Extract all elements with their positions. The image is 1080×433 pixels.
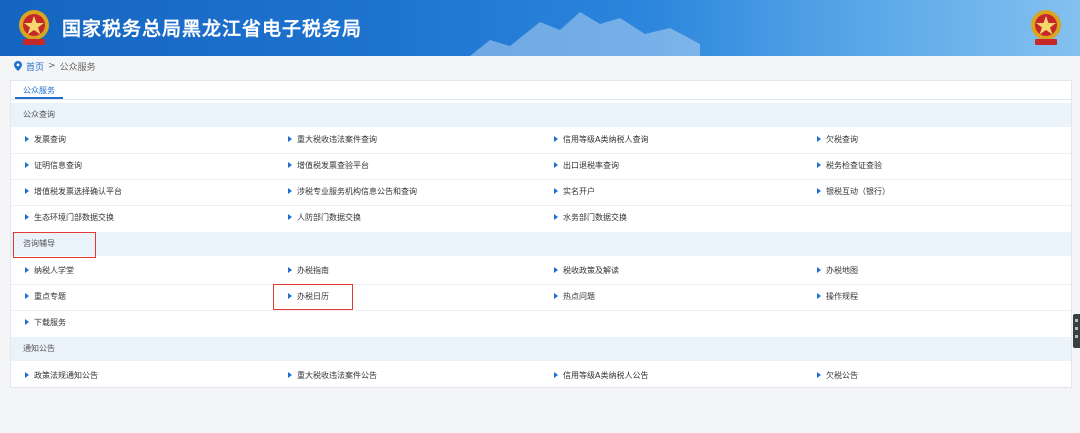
link-hot-issues[interactable]: 热点问题 bbox=[554, 291, 595, 303]
triangle-bullet-icon bbox=[554, 292, 558, 299]
link-eco-env-data-exchange[interactable]: 生态环境门部数据交换 bbox=[25, 212, 114, 224]
section-header-public-query: 公众查询 bbox=[11, 103, 1071, 127]
triangle-bullet-icon bbox=[288, 213, 292, 220]
triangle-bullet-icon bbox=[288, 135, 292, 142]
site-title: 国家税务总局黑龙江省电子税务局 bbox=[62, 18, 363, 40]
triangle-bullet-icon bbox=[25, 187, 29, 194]
link-tax-guide[interactable]: 办税指南 bbox=[288, 265, 329, 277]
breadcrumb-current: 公众服务 bbox=[59, 62, 96, 73]
triangle-bullet-icon bbox=[554, 371, 558, 378]
great-wall-illustration bbox=[470, 12, 700, 56]
triangle-bullet-icon bbox=[25, 135, 29, 142]
link-inspection-cert-check[interactable]: 税务检查证查验 bbox=[817, 160, 882, 172]
link-tax-agency-query[interactable]: 涉税专业服务机构信息公告和查询 bbox=[288, 186, 417, 198]
row-divider bbox=[11, 205, 1071, 206]
link-tax-arrears-query[interactable]: 欠税查询 bbox=[817, 134, 858, 146]
triangle-bullet-icon bbox=[554, 161, 558, 168]
triangle-bullet-icon bbox=[25, 266, 29, 273]
triangle-bullet-icon bbox=[288, 187, 292, 194]
triangle-bullet-icon bbox=[25, 318, 29, 325]
link-invoice-query[interactable]: 发票查询 bbox=[25, 134, 66, 146]
triangle-bullet-icon bbox=[554, 135, 558, 142]
link-operation-rules[interactable]: 操作规程 bbox=[817, 291, 858, 303]
triangle-bullet-icon bbox=[25, 213, 29, 220]
triangle-bullet-icon bbox=[554, 213, 558, 220]
link-major-violation-query[interactable]: 重大税收违法案件查询 bbox=[288, 134, 377, 146]
link-water-data-exchange[interactable]: 水务部门数据交换 bbox=[554, 212, 627, 224]
link-key-topics[interactable]: 重点专题 bbox=[25, 291, 66, 303]
link-bank-tax-interaction[interactable]: 银税互动（银行） bbox=[817, 186, 890, 198]
section-header-notices: 通知公告 bbox=[11, 337, 1071, 361]
link-tax-policy[interactable]: 税收政策及解读 bbox=[554, 265, 619, 277]
triangle-bullet-icon bbox=[554, 266, 558, 273]
site-header: 国家税务总局黑龙江省电子税务局 bbox=[0, 0, 1080, 56]
triangle-bullet-icon bbox=[554, 187, 558, 194]
triangle-bullet-icon bbox=[817, 135, 821, 142]
triangle-bullet-icon bbox=[25, 161, 29, 168]
triangle-bullet-icon bbox=[817, 161, 821, 168]
tax-emblem-icon bbox=[1031, 10, 1061, 45]
location-pin-icon bbox=[14, 61, 22, 71]
link-tax-map[interactable]: 办税地图 bbox=[817, 265, 858, 277]
tab-public-service[interactable]: 公众服务 bbox=[23, 85, 55, 96]
link-download-service[interactable]: 下载服务 bbox=[25, 317, 66, 329]
breadcrumb-separator: > bbox=[48, 61, 56, 71]
section-header-consult-guidance: 咨询辅导 bbox=[11, 232, 1071, 256]
link-policy-notice[interactable]: 政策法规通知公告 bbox=[25, 370, 98, 382]
link-tax-arrears-notice[interactable]: 欠税公告 bbox=[817, 370, 858, 382]
triangle-bullet-icon bbox=[817, 266, 821, 273]
triangle-bullet-icon bbox=[25, 292, 29, 299]
link-real-name-account[interactable]: 实名开户 bbox=[554, 186, 595, 198]
highlight-box-consult-guidance bbox=[13, 232, 96, 258]
link-vat-invoice-confirm[interactable]: 增值税发票选择确认平台 bbox=[25, 186, 122, 198]
breadcrumb-home-link[interactable]: 首页 bbox=[26, 60, 44, 73]
active-tab-indicator bbox=[15, 97, 63, 99]
public-service-panel: 公众服务 公众查询 发票查询 重大税收违法案件查询 信用等级A类纳税人查询 欠税… bbox=[10, 80, 1072, 388]
row-divider bbox=[11, 153, 1071, 154]
row-divider bbox=[11, 284, 1071, 285]
side-floating-toolbar[interactable] bbox=[1073, 314, 1080, 348]
tab-bar: 公众服务 bbox=[11, 81, 1071, 100]
row-divider bbox=[11, 179, 1071, 180]
link-civil-defense-data-exchange[interactable]: 人防部门数据交换 bbox=[288, 212, 361, 224]
breadcrumb: 首页 > 公众服务 bbox=[14, 59, 96, 73]
triangle-bullet-icon bbox=[288, 371, 292, 378]
tax-emblem-icon bbox=[19, 10, 49, 45]
triangle-bullet-icon bbox=[817, 371, 821, 378]
link-credit-a-query[interactable]: 信用等级A类纳税人查询 bbox=[554, 134, 648, 146]
row-divider bbox=[11, 310, 1071, 311]
link-certificate-query[interactable]: 证明信息查询 bbox=[25, 160, 82, 172]
link-vat-invoice-check[interactable]: 增值税发票查验平台 bbox=[288, 160, 369, 172]
triangle-bullet-icon bbox=[817, 187, 821, 194]
link-taxpayer-school[interactable]: 纳税人学堂 bbox=[25, 265, 74, 277]
link-export-refund-rate[interactable]: 出口退税率查询 bbox=[554, 160, 619, 172]
link-credit-a-notice[interactable]: 信用等级A类纳税人公告 bbox=[554, 370, 648, 382]
triangle-bullet-icon bbox=[817, 292, 821, 299]
triangle-bullet-icon bbox=[288, 266, 292, 273]
triangle-bullet-icon bbox=[25, 371, 29, 378]
highlight-box-tax-calendar bbox=[273, 284, 353, 310]
link-major-violation-notice[interactable]: 重大税收违法案件公告 bbox=[288, 370, 377, 382]
triangle-bullet-icon bbox=[288, 161, 292, 168]
